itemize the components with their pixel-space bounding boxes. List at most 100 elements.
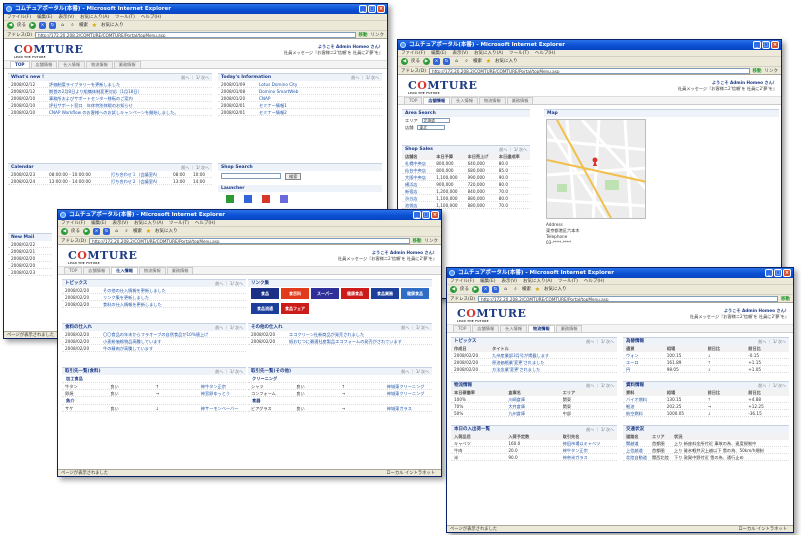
list-item[interactable]: 2008/01/20 CNAP [218, 95, 382, 102]
favorites-label[interactable]: お気に入り [544, 286, 567, 293]
tab-business[interactable]: 業務情報 [113, 61, 141, 68]
go-button[interactable]: 移動 [781, 296, 790, 302]
comture-logo[interactable]: COMTURE LEAD THE FUTURE [457, 307, 526, 323]
list-item[interactable]: 2008/02/20 牛の精肉が高騰しています [62, 345, 246, 352]
list-item[interactable]: 2008/02/20 食料の仕入情報を更新しました [62, 301, 246, 308]
back-label[interactable]: 戻る [71, 228, 80, 235]
table-row[interactable]: ビアグラス 良い → 神城東ガラス [248, 405, 432, 412]
tab-top[interactable]: TOP [10, 61, 30, 68]
pager[interactable]: 前へ ｜ 1/ 次へ [586, 338, 614, 345]
link-banner[interactable]: 健康食品 [341, 288, 369, 299]
pager[interactable]: 前へ ｜ 1/ 次へ [401, 324, 429, 331]
table-row[interactable]: 100% 川崎倉庫 関東 [451, 396, 617, 403]
back-icon[interactable]: ◀ [401, 58, 408, 65]
tab-logistics[interactable]: 物流情報 [86, 61, 113, 68]
menu-edit[interactable]: 編集(E) [91, 221, 106, 226]
list-item[interactable]: 2008/02/10 CNAP Workflow のお客様へのお試しキャンペーンを… [8, 109, 212, 116]
home-icon[interactable]: ⌂ [59, 22, 66, 29]
menu-file[interactable]: ファイル(F) [401, 51, 425, 56]
table-row[interactable]: サケ 良い ↓ 神サーモンベーバー [62, 405, 246, 412]
menu-view[interactable]: 表示(V) [58, 15, 74, 20]
table-row[interactable]: 上信越道 首都圏 上り 碓氷軽井沢上越以下 雪の為、50km/h規制 [623, 447, 789, 454]
menu-favorites[interactable]: お気に入り(A) [134, 221, 163, 226]
tab-business[interactable]: 業務情報 [506, 97, 534, 104]
link-banner[interactable]: 食品フェア [281, 303, 309, 314]
home-icon[interactable]: ⌂ [453, 58, 460, 65]
menu-help[interactable]: ヘルプ(H) [535, 51, 555, 56]
tab-business[interactable]: 業務情報 [555, 325, 583, 332]
favorites-label[interactable]: お気に入り [155, 228, 178, 235]
favorites-icon[interactable]: ★ [91, 22, 98, 29]
comture-logo[interactable]: COMTURE LEAD THE FUTURE [408, 79, 477, 95]
close-button[interactable]: × [771, 41, 779, 49]
list-item[interactable]: 2008/02/24 13:00:00 - 14:00:00 打ち合わせ２（会議室A… [8, 178, 212, 185]
tab-shop[interactable]: 店舗情報 [472, 325, 500, 332]
maximize-button[interactable]: □ [762, 41, 770, 49]
list-item[interactable]: 2008/01/09 Lotus Domino City [218, 81, 382, 88]
list-item[interactable]: 2008/02/20 小麦粉価格物品高騰しています [62, 338, 246, 345]
links-button[interactable]: リンク [765, 68, 779, 74]
pager[interactable]: 前へ ｜ 1/ 次へ [586, 426, 614, 433]
list-item[interactable]: 2008/02/12 期首の2月8日より組織体制変更対応（1月18日） [8, 88, 212, 95]
stop-icon[interactable]: × [482, 286, 489, 293]
table-row[interactable]: 大阪中央店 1,100,000 990,000 90.0 [402, 174, 530, 181]
minimize-button[interactable]: _ [413, 211, 421, 219]
launcher-app-icon[interactable] [280, 195, 288, 203]
table-row[interactable]: 牛タン 良い ↑ 神牛タン正宗 [62, 383, 246, 390]
launcher-app-icon[interactable] [226, 195, 234, 203]
menu-favorites[interactable]: お気に入り(A) [80, 15, 109, 20]
table-row[interactable]: 牛肉 20.0 神牛タン正宗 [451, 447, 617, 454]
table-row[interactable]: 卵焼 良い → 神宮卵ゆっとう [62, 390, 246, 397]
search-label[interactable]: 検索 [79, 22, 88, 29]
title-bar[interactable]: コムチュアポータル(本番) - Microsoft Internet Explo… [58, 210, 441, 220]
title-bar[interactable]: コムチュアポータル(本番) - Microsoft Internet Explo… [398, 40, 781, 50]
maximize-button[interactable]: □ [422, 211, 430, 219]
back-icon[interactable]: ◀ [7, 22, 14, 29]
url-input[interactable]: http://172.20.208.2/COMTURE/COMTURE/Port… [477, 295, 778, 302]
maximize-button[interactable]: □ [774, 269, 782, 277]
list-item[interactable]: 2008/02/10 事務所およびサポートセンター移転のご案内 [8, 95, 212, 102]
pager[interactable]: 前へ ｜ 1/ 次へ [758, 338, 786, 345]
shop-search-input[interactable] [221, 173, 281, 179]
refresh-icon[interactable]: ↻ [49, 22, 56, 29]
table-row[interactable]: 50% 九州倉庫 中部 [451, 410, 617, 417]
title-bar[interactable]: コムチュアポータル(本番) - Microsoft Internet Explo… [4, 4, 387, 14]
menu-edit[interactable]: 編集(E) [37, 15, 52, 20]
list-item[interactable]: 2008/02/23 08:00:00 - 10:00:00 打ち合わせ１（会議室A… [8, 171, 212, 178]
launcher-app-icon[interactable] [262, 195, 270, 203]
pager[interactable]: 前へ ｜ 1/ 次へ [181, 164, 209, 171]
menu-tools[interactable]: ツール(T) [509, 51, 529, 56]
search-label[interactable]: 検索 [133, 228, 142, 235]
table-row[interactable]: キャベツ 160.0 神田市場以キャベツ [451, 440, 617, 447]
favorites-label[interactable]: お気に入り [495, 58, 518, 65]
list-item[interactable]: 2008/02/01 セミナー情報2 [218, 109, 382, 116]
pager[interactable]: 前へ ｜ 1/ 次へ [215, 324, 243, 331]
link-banner[interactable]: 食品業務 [371, 288, 399, 299]
refresh-icon[interactable]: ↻ [103, 228, 110, 235]
tab-purchase[interactable]: 仕入情報 [451, 97, 478, 104]
table-row[interactable]: 米 90.0 神奈米ガラス [451, 454, 617, 461]
menu-edit[interactable]: 編集(E) [431, 51, 446, 56]
menu-help[interactable]: ヘルプ(H) [141, 15, 161, 20]
table-row[interactable]: 航空燃料 1000.05 ↓ -36.15 [623, 410, 789, 417]
tab-purchase[interactable]: 仕入情報 [500, 325, 527, 332]
menu-edit[interactable]: 編集(E) [480, 279, 495, 284]
pager[interactable]: 前へ ｜ 1/ 次へ [181, 74, 209, 81]
forward-icon[interactable]: ▶ [29, 22, 36, 29]
comture-logo[interactable]: COMTURE LEAD THE FUTURE [14, 43, 83, 59]
pager[interactable]: 前へ ｜ 1/ 次へ [758, 382, 786, 389]
tab-purchase[interactable]: 仕入情報 [58, 61, 86, 68]
list-item[interactable]: 2008/01/08 Domino SmartWeb [218, 88, 382, 95]
menu-help[interactable]: ヘルプ(H) [584, 279, 604, 284]
minimize-button[interactable]: _ [765, 269, 773, 277]
go-button[interactable]: 移動 [753, 68, 762, 74]
pager[interactable]: 前へ ｜ 1/ 次へ [215, 368, 243, 375]
minimize-button[interactable]: _ [359, 5, 367, 13]
tab-top[interactable]: TOP [64, 267, 83, 274]
stop-icon[interactable]: × [433, 58, 440, 65]
search-icon[interactable]: ⌕ [512, 286, 519, 293]
go-button[interactable]: 移動 [359, 32, 368, 38]
links-button[interactable]: リンク [371, 32, 385, 38]
table-row[interactable]: ウォン 100.15 ↓ -0.15 [623, 352, 789, 359]
search-button[interactable]: 検索 [285, 173, 302, 180]
